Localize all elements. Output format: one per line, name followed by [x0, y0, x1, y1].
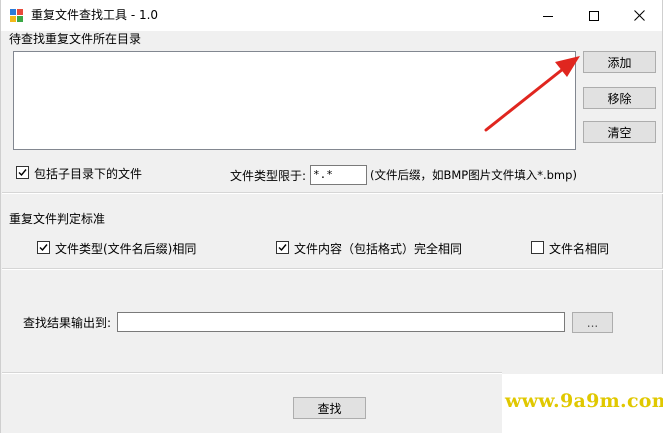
- arrow-annotation: [484, 56, 580, 132]
- app-window: 重复文件查找工具 - 1.0 待查找重复文件所在目录 添加 移除 清空 包括子目…: [0, 0, 663, 433]
- watermark: www.9a9m.com: [502, 374, 663, 433]
- watermark-text: www.9a9m.com: [505, 390, 663, 412]
